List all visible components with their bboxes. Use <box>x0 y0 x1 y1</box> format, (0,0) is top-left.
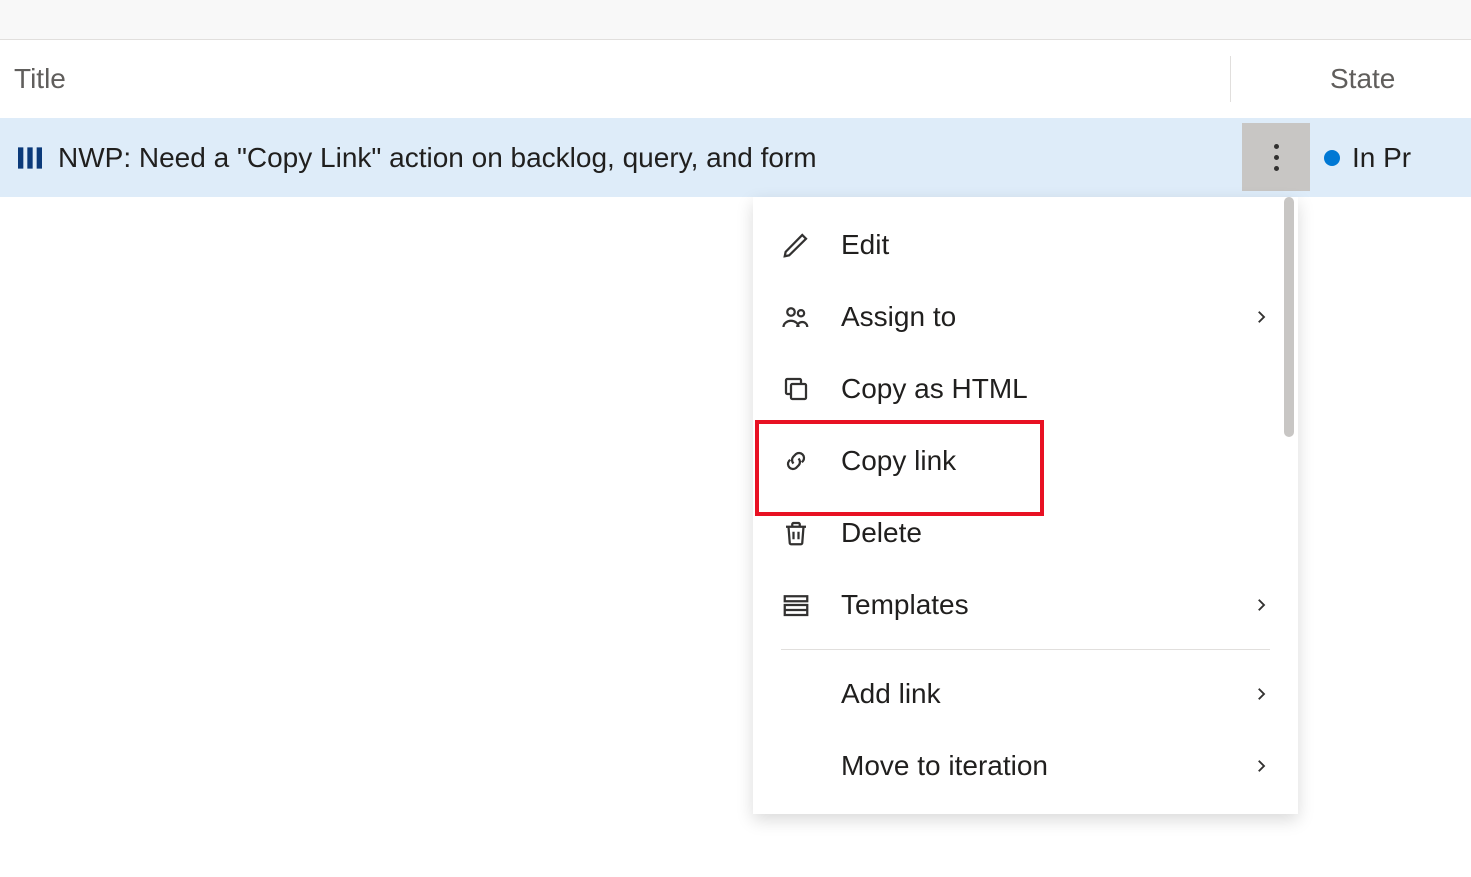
menu-item-move-iteration[interactable]: Move to iteration <box>753 730 1298 802</box>
column-header-state[interactable]: State <box>1330 63 1395 95</box>
work-item-title: NWP: Need a "Copy Link" action on backlo… <box>58 142 817 174</box>
menu-item-add-link[interactable]: Add link <box>753 658 1298 730</box>
edit-icon <box>781 230 811 260</box>
more-actions-button[interactable] <box>1242 123 1310 191</box>
trash-icon <box>781 518 811 548</box>
menu-label: Templates <box>841 589 1252 621</box>
menu-label: Assign to <box>841 301 1252 333</box>
more-icon <box>1274 144 1279 171</box>
menu-label: Copy as HTML <box>841 373 1270 405</box>
copy-icon <box>781 374 811 404</box>
chevron-right-icon <box>1252 308 1270 326</box>
menu-label: Delete <box>841 517 1270 549</box>
column-divider[interactable] <box>1230 56 1231 102</box>
state-indicator-icon <box>1324 150 1340 166</box>
state-text: In Pr <box>1352 142 1411 174</box>
chevron-right-icon <box>1252 685 1270 703</box>
chevron-right-icon <box>1252 596 1270 614</box>
menu-item-copy-html[interactable]: Copy as HTML <box>753 353 1298 425</box>
menu-label: Edit <box>841 229 1270 261</box>
menu-item-templates[interactable]: Templates <box>753 569 1298 641</box>
work-item-state: In Pr <box>1324 142 1411 174</box>
menu-label: Add link <box>841 678 1252 710</box>
menu-label: Move to iteration <box>841 750 1252 782</box>
templates-icon <box>781 590 811 620</box>
menu-item-edit[interactable]: Edit <box>753 209 1298 281</box>
menu-item-copy-link[interactable]: Copy link <box>753 425 1298 497</box>
menu-item-assign-to[interactable]: Assign to <box>753 281 1298 353</box>
context-menu: Edit Assign to Copy as HTML Copy link De… <box>753 197 1298 814</box>
menu-divider <box>781 649 1270 650</box>
link-icon <box>781 446 811 476</box>
toolbar-strip <box>0 0 1471 40</box>
work-item-row[interactable]: NWP: Need a "Copy Link" action on backlo… <box>0 118 1471 197</box>
menu-label: Copy link <box>841 445 1270 477</box>
menu-item-delete[interactable]: Delete <box>753 497 1298 569</box>
column-header-title[interactable]: Title <box>0 63 1230 95</box>
chevron-right-icon <box>1252 757 1270 775</box>
column-header-row: Title State <box>0 40 1471 118</box>
work-item-type-icon <box>14 142 46 174</box>
people-icon <box>781 302 811 332</box>
